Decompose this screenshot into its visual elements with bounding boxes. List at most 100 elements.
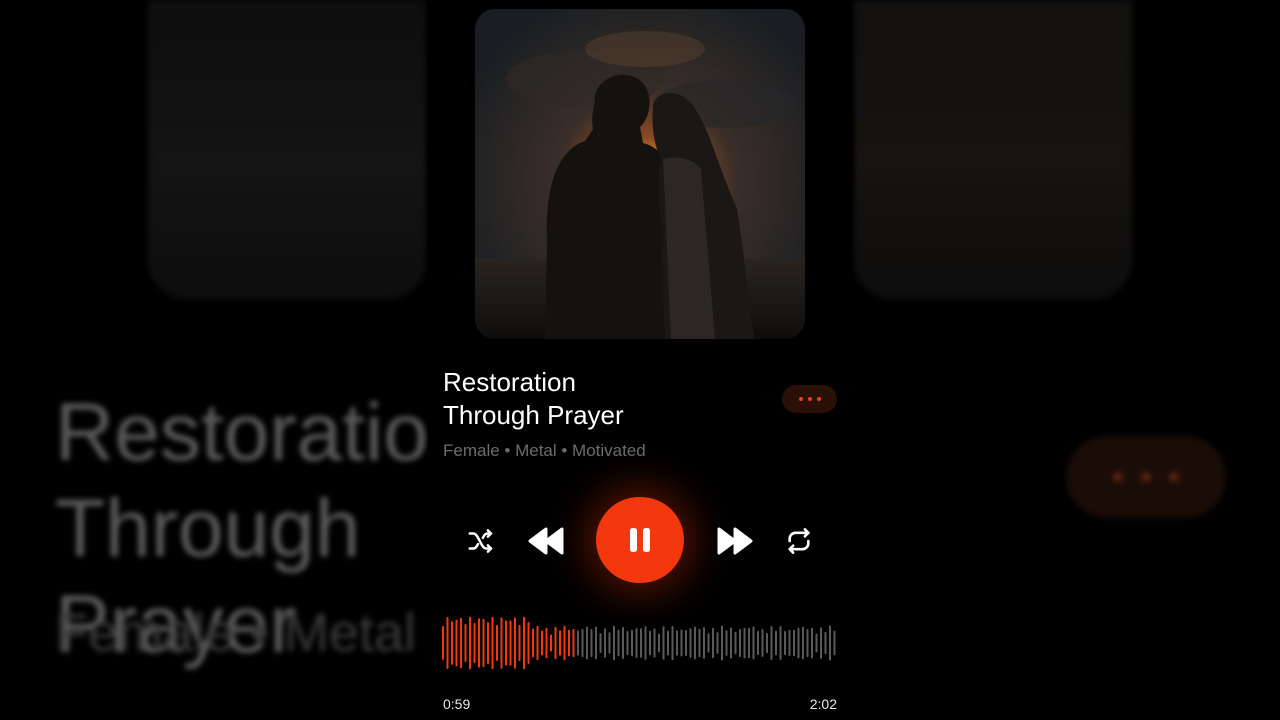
waveform-bar [671,625,674,661]
waveform-bar [514,617,516,669]
waveform-bar [604,628,606,658]
waveform-bar [698,628,701,658]
waveform-bar [491,616,494,670]
waveform-bar [595,626,597,660]
background-card-left [148,0,426,300]
waveform-bar [716,632,719,654]
waveform-bar [703,627,705,659]
background-more-icon [1066,436,1226,518]
waveform-bar [536,625,539,661]
shuffle-button[interactable] [464,524,498,558]
waveform-bar [788,629,791,657]
waveform-bar [694,626,696,660]
waveform-bar [770,625,773,661]
waveform-bar [446,616,449,670]
waveform-bar [743,627,746,659]
waveform-bar [712,627,714,659]
waveform-bar [464,623,467,663]
waveform-bar [460,617,462,669]
waveform-bar [500,617,503,669]
waveform-bar [496,624,498,662]
background-subtitle: Female • Metal • Motivated [55,603,427,663]
waveform-bar [833,630,836,656]
waveform-bar [622,627,624,659]
music-player: Restoration Through Prayer Female • Meta… [428,0,852,720]
repeat-button[interactable] [782,524,816,558]
waveform-bar [721,625,723,661]
waveform-bar [590,628,593,658]
next-button[interactable] [715,522,755,560]
waveform-bar [802,626,804,660]
track-tags: Female • Metal • Motivated [443,441,646,460]
waveform-bar [730,627,732,659]
rewind-icon [528,527,564,555]
waveform-bar [829,625,831,661]
waveform-bar [469,616,471,670]
waveform-bar [757,630,759,656]
waveform-bar [563,625,566,661]
waveform-bar [689,628,692,658]
album-cover [475,9,805,339]
waveform-bar [752,626,755,660]
waveform-bar [766,632,768,654]
waveform-bar [523,616,525,670]
waveform-bar [680,629,683,657]
waveform-bar [455,619,458,667]
background-card-right [854,0,1132,300]
waveform-bar [725,630,728,656]
waveform-bar [662,626,665,660]
waveform-bar [653,628,656,658]
waveform-bar [824,631,827,655]
waveform-bar [761,628,764,658]
waveform-bar [509,620,512,666]
waveform-bar [559,630,561,656]
repeat-icon [788,528,810,554]
waveform-bar [779,625,782,661]
waveform-bar [644,626,647,660]
waveform-bar [545,627,548,659]
previous-button[interactable] [526,522,566,560]
waveform-bar [577,630,579,656]
waveform-bar [541,630,543,656]
more-options-icon [798,397,821,401]
waveform-bar [532,628,534,658]
track-title: Restoration Through Prayer [443,367,624,430]
waveform-bar [658,633,660,653]
waveform-bar [775,630,777,656]
waveform-bar [667,630,669,656]
waveform-bar [599,632,602,654]
waveform-bar [568,629,570,657]
waveform-bar [442,625,444,661]
shuffle-icon [468,529,493,553]
waveform-bar [797,627,800,659]
waveform-bar [784,630,786,656]
waveform-bar [635,627,638,659]
waveform-bar [586,626,588,660]
waveform-bar [640,628,642,658]
waveform-bar [487,622,489,664]
pause-button[interactable] [596,497,684,583]
waveform-bar [649,630,651,656]
fast-forward-icon [717,527,753,555]
waveform-bar [473,622,476,664]
waveform-bar [739,628,741,658]
waveform-progress[interactable] [442,612,838,674]
waveform-bar [806,628,809,658]
waveform-bar [707,633,710,653]
waveform-bar [811,627,813,659]
waveform-bar [613,625,615,661]
waveform-bar [554,626,557,660]
current-time: 0:59 [443,696,471,712]
waveform-bar [631,629,633,657]
total-time: 2:02 [809,696,837,712]
waveform-bar [505,620,507,666]
waveform-bar [581,628,584,658]
waveform-bar [451,621,453,665]
waveform-bar [734,631,737,655]
waveform-bar [608,632,611,654]
waveform-bar [748,627,750,659]
more-options-button[interactable] [782,385,837,413]
waveform-bar [793,629,795,657]
waveform-bar [685,630,687,656]
waveform-bar [815,633,818,653]
